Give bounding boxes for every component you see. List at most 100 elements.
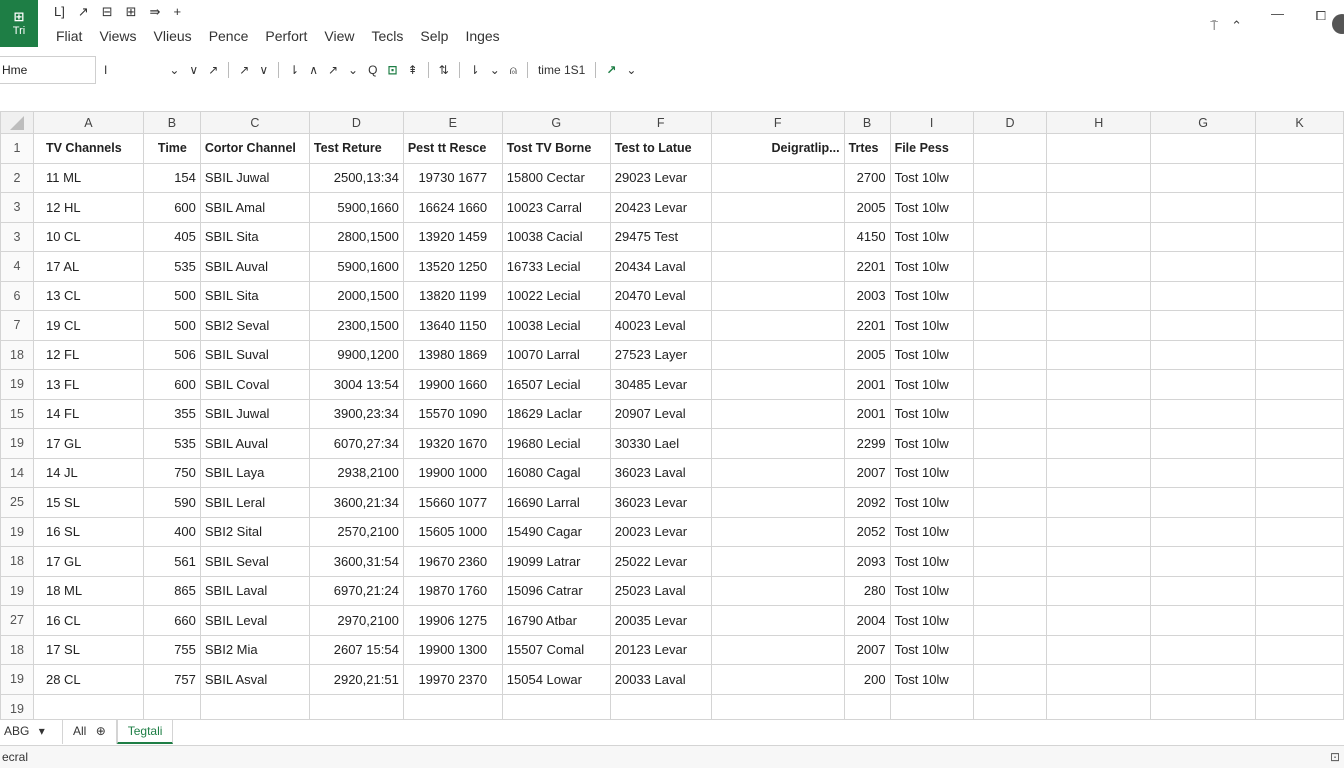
cell[interactable] [1046, 546, 1152, 577]
row-number[interactable]: 15 [0, 398, 34, 429]
cell[interactable]: Tost 10lw [889, 546, 974, 577]
cell[interactable]: 28 CL [32, 664, 144, 695]
cell[interactable]: 2093 [843, 546, 891, 577]
restore-button[interactable]: ⧠ [1316, 8, 1326, 24]
cell[interactable]: 20033 Laval [609, 664, 712, 695]
cell[interactable]: Tost 10lw [889, 428, 974, 459]
row-number[interactable]: 7 [0, 310, 34, 341]
cell[interactable]: 865 [142, 575, 201, 606]
cell[interactable]: 590 [142, 487, 201, 518]
cell[interactable]: 3004 13:54 [308, 369, 404, 400]
cell[interactable]: SBIL Asval [199, 664, 310, 695]
cell[interactable]: 16790 Atbar [501, 605, 611, 636]
cell[interactable]: 15 SL [32, 487, 144, 518]
cell[interactable] [710, 221, 845, 252]
cell[interactable]: 19870 1760 [402, 575, 503, 606]
cell[interactable] [1150, 369, 1257, 400]
row-number[interactable]: 25 [0, 487, 34, 518]
row-number[interactable]: 4 [0, 251, 34, 282]
cell[interactable]: 13 CL [32, 280, 144, 311]
cell[interactable] [1255, 221, 1344, 252]
chevron-down-icon[interactable]: ⌄ [348, 63, 358, 77]
column-header[interactable]: B [843, 111, 891, 134]
cell[interactable] [972, 546, 1048, 577]
menu-item[interactable]: Fliat [56, 27, 82, 45]
cell[interactable] [1255, 133, 1344, 164]
column-header[interactable]: B [142, 111, 201, 134]
cell[interactable] [1255, 457, 1344, 488]
cell[interactable]: 2500,13:34 [308, 162, 404, 193]
row-number[interactable]: 19 [0, 664, 34, 695]
cell[interactable] [1046, 575, 1152, 606]
cell[interactable]: 3600,21:34 [308, 487, 404, 518]
cell[interactable]: 20470 Leval [609, 280, 712, 311]
chart-icon[interactable]: ↗ [606, 63, 616, 77]
cell[interactable]: 16624 1660 [402, 192, 503, 223]
cell[interactable]: 13 FL [32, 369, 144, 400]
column-header[interactable]: I [889, 111, 974, 134]
cell[interactable]: 10023 Carral [501, 192, 611, 223]
cell[interactable]: 20123 Levar [609, 634, 712, 665]
cell[interactable]: 13640 1150 [402, 310, 503, 341]
cell[interactable]: 20023 Levar [609, 516, 712, 547]
cell[interactable] [1150, 605, 1257, 636]
cell[interactable] [972, 133, 1048, 164]
cell[interactable]: 10070 Larral [501, 339, 611, 370]
row-number[interactable]: 18 [0, 634, 34, 665]
cell[interactable]: 10038 Lecial [501, 310, 611, 341]
cell[interactable] [972, 605, 1048, 636]
cell[interactable]: 535 [142, 428, 201, 459]
cell[interactable]: Tost 10lw [889, 192, 974, 223]
cell[interactable] [972, 487, 1048, 518]
column-header[interactable]: E [402, 111, 503, 134]
status-icon[interactable]: ⊡ [1330, 750, 1340, 764]
cell[interactable] [710, 162, 845, 193]
header-cell[interactable]: Test to Latue [609, 133, 712, 164]
column-header[interactable]: A [32, 111, 144, 134]
cell[interactable]: 19680 Lecial [501, 428, 611, 459]
cell[interactable] [1046, 133, 1152, 164]
cell[interactable] [710, 575, 845, 606]
row-number[interactable]: 3 [0, 221, 34, 252]
cell[interactable] [972, 369, 1048, 400]
menu-item[interactable]: Pence [209, 27, 249, 45]
cell[interactable]: 4150 [843, 221, 891, 252]
cell[interactable] [972, 221, 1048, 252]
cell[interactable]: 20907 Leval [609, 398, 712, 429]
cell[interactable]: 17 GL [32, 428, 144, 459]
search-icon[interactable]: Q [368, 63, 377, 77]
cell[interactable] [1255, 339, 1344, 370]
cell[interactable] [1150, 310, 1257, 341]
cell[interactable]: 6070,27:34 [308, 428, 404, 459]
cell[interactable]: SBIL Juwal [199, 398, 310, 429]
arrow-icon[interactable]: ↗ [208, 63, 218, 77]
cell[interactable]: 2920,21:51 [308, 664, 404, 695]
cell[interactable] [1150, 251, 1257, 282]
arrow-icon[interactable]: ⇂ [289, 63, 299, 77]
cell[interactable]: SBI2 Mia [199, 634, 310, 665]
cell[interactable]: Tost 10lw [889, 457, 974, 488]
cell[interactable] [972, 634, 1048, 665]
cell[interactable] [710, 310, 845, 341]
cell[interactable] [710, 516, 845, 547]
cell[interactable]: 660 [142, 605, 201, 636]
cell[interactable]: 280 [843, 575, 891, 606]
cell[interactable]: 16 CL [32, 605, 144, 636]
cell[interactable] [1046, 251, 1152, 282]
cell[interactable] [1150, 398, 1257, 429]
cell[interactable] [972, 398, 1048, 429]
cell[interactable]: 19730 1677 [402, 162, 503, 193]
cell[interactable]: 25023 Laval [609, 575, 712, 606]
column-header[interactable]: D [308, 111, 404, 134]
cell[interactable]: 30485 Levar [609, 369, 712, 400]
cell[interactable]: 500 [142, 310, 201, 341]
cell[interactable] [1046, 221, 1152, 252]
cell[interactable] [710, 605, 845, 636]
cell[interactable] [1150, 162, 1257, 193]
cell[interactable]: SBIL Sita [199, 221, 310, 252]
cell[interactable] [1046, 162, 1152, 193]
cell[interactable]: 18629 Laclar [501, 398, 611, 429]
cell[interactable]: 2201 [843, 310, 891, 341]
cell[interactable]: 17 SL [32, 634, 144, 665]
cell[interactable] [1255, 280, 1344, 311]
